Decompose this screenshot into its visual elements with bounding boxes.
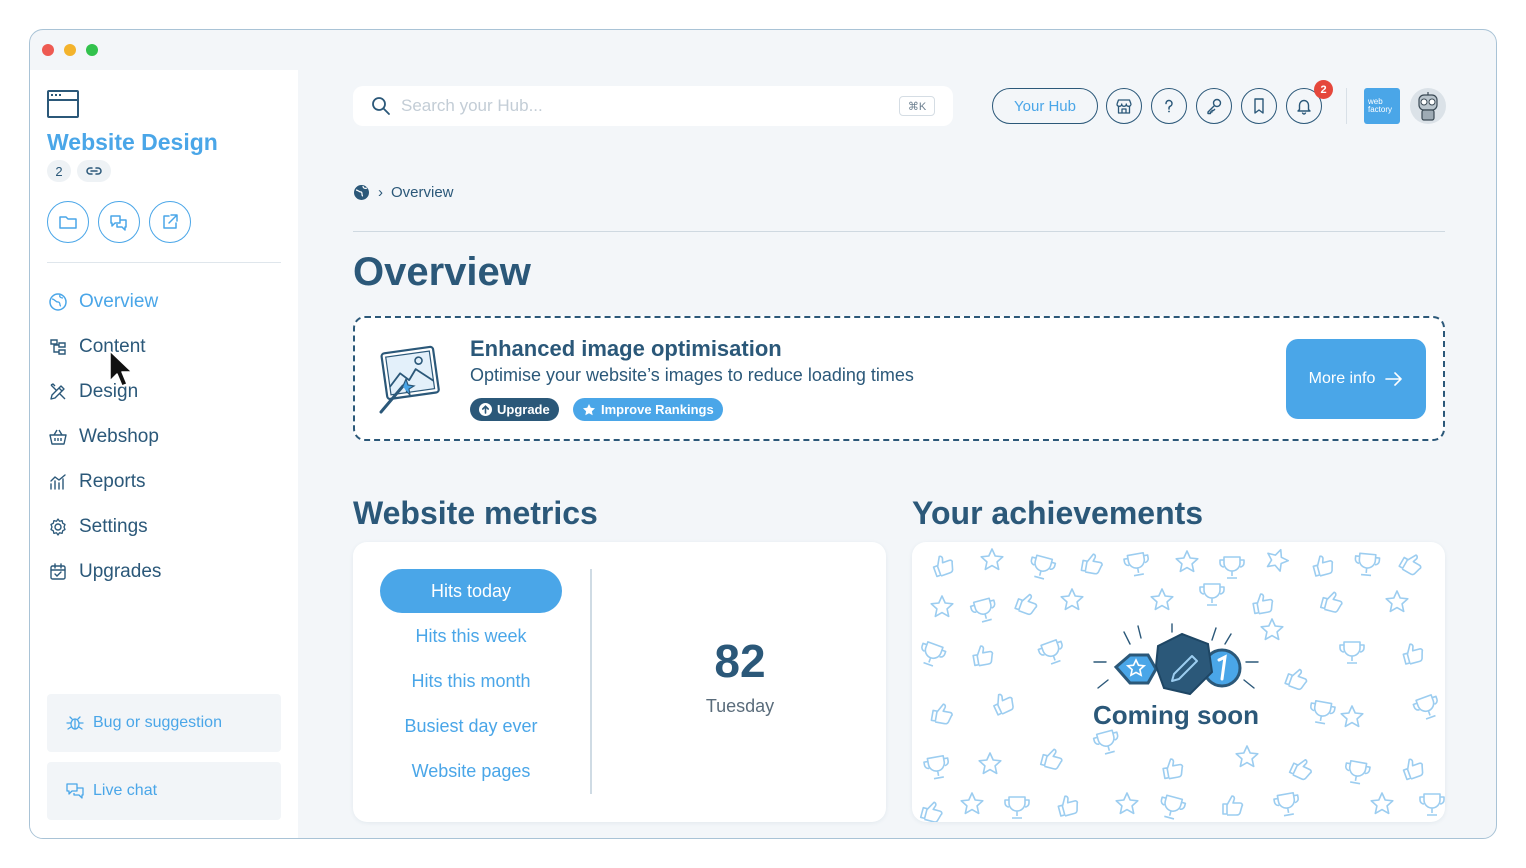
gear-icon: [47, 516, 69, 538]
calendar-check-icon: [47, 561, 69, 583]
tab-busiest-day-ever[interactable]: Busiest day ever: [380, 704, 562, 748]
badges-icon: [1093, 623, 1259, 696]
live-chat-label: Live chat: [93, 782, 158, 799]
external-link-icon: [163, 214, 178, 229]
metrics-card: Hits today Hits this week Hits this mont…: [353, 542, 886, 822]
brand-logo-text: factory: [1368, 105, 1393, 114]
page-title: Overview: [353, 250, 531, 294]
tag-label: Improve Rankings: [601, 402, 714, 417]
bug-report-label: Bug or suggestion: [93, 714, 222, 731]
minimize-window-button[interactable]: [64, 44, 76, 56]
maximize-window-button[interactable]: [86, 44, 98, 56]
sidebar: Website Design 2 Overview Content Design: [30, 70, 298, 838]
arrow-up-circle-icon: [479, 403, 492, 416]
brand-logo[interactable]: web factory: [1364, 88, 1400, 124]
open-external-button[interactable]: [149, 201, 191, 243]
title-bar: [30, 30, 1496, 70]
search-input[interactable]: Search your Hub...: [401, 96, 543, 116]
nav-item-reports[interactable]: Reports: [47, 467, 146, 497]
upgrade-tag: Upgrade: [470, 398, 559, 421]
tag-label: Upgrade: [497, 402, 550, 417]
robot-avatar-icon: [1418, 92, 1438, 121]
metric-value: 82: [714, 635, 766, 687]
your-hub-button[interactable]: Your Hub: [992, 88, 1098, 124]
browser-window-icon: [47, 90, 79, 118]
globe-icon: [47, 291, 69, 313]
search-bar[interactable]: Search your Hub... ⌘K: [353, 86, 953, 126]
keyboard-shortcut-hint: ⌘K: [899, 96, 935, 116]
main-content: Search your Hub... ⌘K Your Hub 2 web fac…: [298, 70, 1496, 838]
divider: [1346, 88, 1347, 124]
store-button[interactable]: [1106, 88, 1142, 124]
sitemap-icon: [47, 336, 69, 358]
bug-report-button[interactable]: Bug or suggestion: [47, 694, 281, 752]
nav-label: Upgrades: [79, 561, 162, 582]
more-info-button[interactable]: More info: [1286, 339, 1426, 419]
comments-button[interactable]: [98, 201, 140, 243]
tab-hits-today[interactable]: Hits today: [380, 569, 562, 613]
chat-icon: [66, 783, 84, 799]
link-icon[interactable]: [77, 160, 111, 182]
metrics-section-title: Website metrics: [353, 495, 598, 531]
nav-label: Settings: [79, 516, 148, 537]
key-button[interactable]: [1196, 88, 1232, 124]
more-info-label: More info: [1308, 370, 1376, 387]
bookmark-icon: [1254, 98, 1264, 114]
folder-icon: [59, 216, 77, 229]
metric-day: Tuesday: [705, 696, 775, 716]
question-icon: [1165, 99, 1173, 113]
site-title: Website Design: [47, 129, 218, 155]
tab-hits-this-month[interactable]: Hits this month: [380, 659, 562, 703]
tab-website-pages[interactable]: Website pages: [380, 749, 562, 793]
promo-banner: Enhanced image optimisation Optimise you…: [353, 316, 1445, 441]
divider: [47, 262, 281, 263]
nav-item-webshop[interactable]: Webshop: [47, 422, 159, 452]
mouse-cursor-icon: [109, 350, 133, 387]
site-count-badge: 2: [47, 160, 71, 182]
coming-soon-label: Coming soon: [1092, 700, 1260, 730]
magic-image-icon: [379, 345, 440, 414]
nav-label: Overview: [79, 291, 159, 312]
promo-title: Enhanced image optimisation: [470, 336, 782, 361]
breadcrumb: › Overview: [353, 184, 454, 201]
folder-button[interactable]: [47, 201, 89, 243]
divider: [590, 569, 592, 794]
chevron-right-icon: ›: [378, 184, 383, 201]
arrow-right-icon: [1385, 372, 1403, 386]
divider: [353, 231, 1445, 232]
key-icon: [1207, 98, 1222, 115]
avatar[interactable]: [1410, 88, 1446, 124]
notification-count-badge: 2: [1314, 80, 1333, 99]
achievements-section-title: Your achievements: [912, 495, 1204, 531]
bookmarks-button[interactable]: [1241, 88, 1277, 124]
store-icon: [1116, 99, 1132, 114]
nav-label: Webshop: [79, 426, 159, 447]
chat-bubbles-icon: [110, 215, 127, 231]
bell-icon: [1297, 99, 1311, 115]
star-icon: [583, 403, 595, 415]
promo-description: Optimise your website’s images to reduce…: [470, 365, 914, 385]
basket-icon: [47, 426, 69, 448]
breadcrumb-current: Overview: [391, 184, 454, 201]
nav-item-overview[interactable]: Overview: [47, 287, 158, 317]
pencil-ruler-icon: [47, 381, 69, 403]
chart-icon: [47, 471, 69, 493]
nav-item-settings[interactable]: Settings: [47, 512, 148, 542]
tab-hits-this-week[interactable]: Hits this week: [380, 614, 562, 658]
improve-rankings-tag: Improve Rankings: [573, 398, 723, 421]
live-chat-button[interactable]: Live chat: [47, 762, 281, 820]
nav-item-upgrades[interactable]: Upgrades: [47, 557, 161, 587]
close-window-button[interactable]: [42, 44, 54, 56]
globe-icon[interactable]: [353, 184, 370, 201]
nav-label: Reports: [79, 471, 146, 492]
bug-icon: [66, 716, 84, 730]
search-icon: [372, 97, 390, 115]
app-window: Website Design 2 Overview Content Design: [29, 29, 1497, 839]
achievements-card: Coming soon: [912, 542, 1445, 822]
help-button[interactable]: [1151, 88, 1187, 124]
